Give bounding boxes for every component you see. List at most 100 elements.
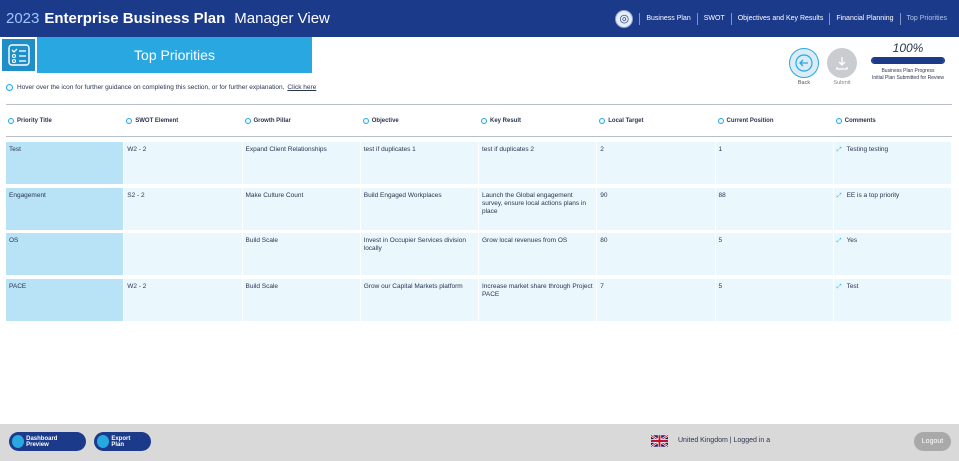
download-icon xyxy=(836,57,848,70)
table-cell[interactable]: Increase market share through Project PA… xyxy=(479,278,598,321)
table-cell[interactable]: 90 xyxy=(597,187,716,230)
table-cell[interactable]: 80 xyxy=(597,233,716,275)
table-cell[interactable]: Build Scale xyxy=(242,233,361,275)
table-cell[interactable]: Build Scale xyxy=(242,278,361,321)
column-header: Current Position xyxy=(716,118,834,124)
back-label: Back xyxy=(797,80,811,86)
nav-financial-planning[interactable]: Financial Planning xyxy=(829,12,899,25)
table-cell[interactable]: test if duplicates 2 xyxy=(479,142,598,184)
nav-business-plan[interactable]: Business Plan xyxy=(639,12,696,25)
section-title-banner: Top Priorities xyxy=(37,37,312,73)
globe-icon[interactable]: ◎ xyxy=(615,9,634,28)
nav-objectives-key-results[interactable]: Objectives and Key Results xyxy=(730,12,830,25)
app-title: Enterprise Business Plan xyxy=(44,10,226,27)
column-header-label: Local Target xyxy=(608,118,644,124)
column-header-label: Comments xyxy=(844,118,876,124)
table-row[interactable]: PACE W2 - 2 Build Scale Grow our Capital Ma… xyxy=(6,278,952,321)
table-cell[interactable]: W2 - 2 xyxy=(124,142,243,184)
table-cell[interactable]: ⤢ Testing testing xyxy=(833,142,952,184)
progress-bar xyxy=(871,57,945,64)
table-cell[interactable]: S2 - 2 xyxy=(124,187,243,230)
table-cell[interactable]: W2 - 2 xyxy=(124,278,243,321)
column-header-label: Priority Title xyxy=(17,118,52,124)
column-header-label: SWOT Element xyxy=(135,118,179,124)
progress-label: Business Plan Progress xyxy=(881,68,935,74)
back-button[interactable] xyxy=(789,48,819,78)
column-header: Key Result xyxy=(479,118,597,124)
info-icon[interactable] xyxy=(599,118,606,124)
table-cell[interactable]: 7 xyxy=(597,278,716,321)
header-divider xyxy=(6,136,952,137)
table-cell[interactable]: Build Engaged Workplaces xyxy=(360,187,479,230)
column-header: Growth Pillar xyxy=(243,118,361,124)
table-body: Test W2 - 2 Expand Client Relationships tes… xyxy=(6,142,952,324)
table-cell[interactable]: Invest in Occupier Services division loc… xyxy=(360,233,479,275)
table-cell[interactable]: test if duplicates 1 xyxy=(360,142,479,184)
table-row[interactable]: Test W2 - 2 Expand Client Relationships tes… xyxy=(6,142,952,184)
export-icon xyxy=(97,435,110,448)
table-cell[interactable]: ⤢ EE is a top priority xyxy=(833,187,952,230)
submit-button[interactable] xyxy=(827,48,857,78)
table-cell[interactable] xyxy=(124,233,243,275)
top-header: 2023 Enterprise Business Plan Manager Vi… xyxy=(0,0,959,37)
table-cell[interactable]: 5 xyxy=(715,233,834,275)
table-cell[interactable]: Engagement xyxy=(6,187,125,230)
plan-year: 2023 xyxy=(6,10,40,27)
nav-top-priorities[interactable]: Top Priorities xyxy=(899,12,953,25)
export-plan-label: Export Plan xyxy=(111,435,131,448)
region-login-status: United Kingdom | Logged in a xyxy=(678,437,771,444)
column-header: Comments xyxy=(834,118,952,124)
table-cell[interactable]: 88 xyxy=(715,187,834,230)
info-icon[interactable] xyxy=(835,118,842,124)
table-cell[interactable]: 2 xyxy=(597,142,716,184)
comment-text: EE is a top priority xyxy=(846,191,900,199)
comment-text: Testing testing xyxy=(846,146,889,153)
info-icon[interactable] xyxy=(244,118,251,124)
column-header: SWOT Element xyxy=(124,118,242,124)
table-cell[interactable]: OS xyxy=(6,233,125,275)
column-header-label: Growth Pillar xyxy=(253,118,291,124)
logout-button[interactable]: Logout xyxy=(914,432,951,451)
table-cell[interactable]: Launch the Global engagement survey, ens… xyxy=(479,187,598,230)
progress-status: Initial Plan Submitted for Review xyxy=(872,75,944,81)
table-cell[interactable]: ⤢ Yes xyxy=(833,233,952,275)
top-nav: ◎ Business Plan SWOT Objectives and Key … xyxy=(615,0,953,37)
table-cell[interactable]: Test xyxy=(6,142,125,184)
expand-icon[interactable]: ⤢ xyxy=(837,146,842,180)
table-cell[interactable]: Make Culture Count xyxy=(242,187,361,230)
column-header-label: Current Position xyxy=(726,118,774,124)
table-cell[interactable]: Expand Client Relationships xyxy=(242,142,361,184)
export-plan-button[interactable]: Export Plan xyxy=(94,432,151,451)
checklist-icon xyxy=(0,37,37,73)
comment-text: Test xyxy=(846,282,859,290)
column-header-label: Key Result xyxy=(490,118,522,124)
expand-icon[interactable]: ⤢ xyxy=(837,192,842,226)
table-cell[interactable]: ⤢ Test xyxy=(833,278,952,321)
nav-swot[interactable]: SWOT xyxy=(696,12,731,25)
info-icon[interactable] xyxy=(6,84,13,91)
column-header: Objective xyxy=(361,118,479,124)
info-icon[interactable] xyxy=(481,118,487,124)
section-title: Top Priorities xyxy=(134,47,215,63)
table-cell[interactable]: 5 xyxy=(715,278,834,321)
info-icon[interactable] xyxy=(8,118,14,124)
info-icon[interactable] xyxy=(362,118,369,124)
table-cell[interactable]: Grow local revenues from OS xyxy=(479,233,598,275)
hint-link[interactable]: Click here xyxy=(287,84,316,91)
table-row[interactable]: OS Build Scale Invest in Occupier Services… xyxy=(6,233,952,275)
column-header: Priority Title xyxy=(6,118,124,124)
dashboard-preview-button[interactable]: Dashboard Preview xyxy=(9,432,86,451)
dashboard-icon xyxy=(12,435,25,448)
progress-fill xyxy=(872,58,944,63)
expand-icon[interactable]: ⤢ xyxy=(837,237,842,271)
table-row[interactable]: Engagement S2 - 2 Make Culture Count Build … xyxy=(6,187,952,230)
info-icon[interactable] xyxy=(126,118,133,124)
hint-text: Hover over the icon for further guidance… xyxy=(17,84,285,91)
divider xyxy=(6,104,952,105)
info-icon[interactable] xyxy=(717,118,724,124)
expand-icon[interactable]: ⤢ xyxy=(837,283,842,317)
table-cell[interactable]: 1 xyxy=(715,142,834,184)
table-cell[interactable]: Grow our Capital Markets platform xyxy=(360,278,479,321)
guidance-hint: Hover over the icon for further guidance… xyxy=(6,84,316,91)
table-cell[interactable]: PACE xyxy=(6,278,125,321)
